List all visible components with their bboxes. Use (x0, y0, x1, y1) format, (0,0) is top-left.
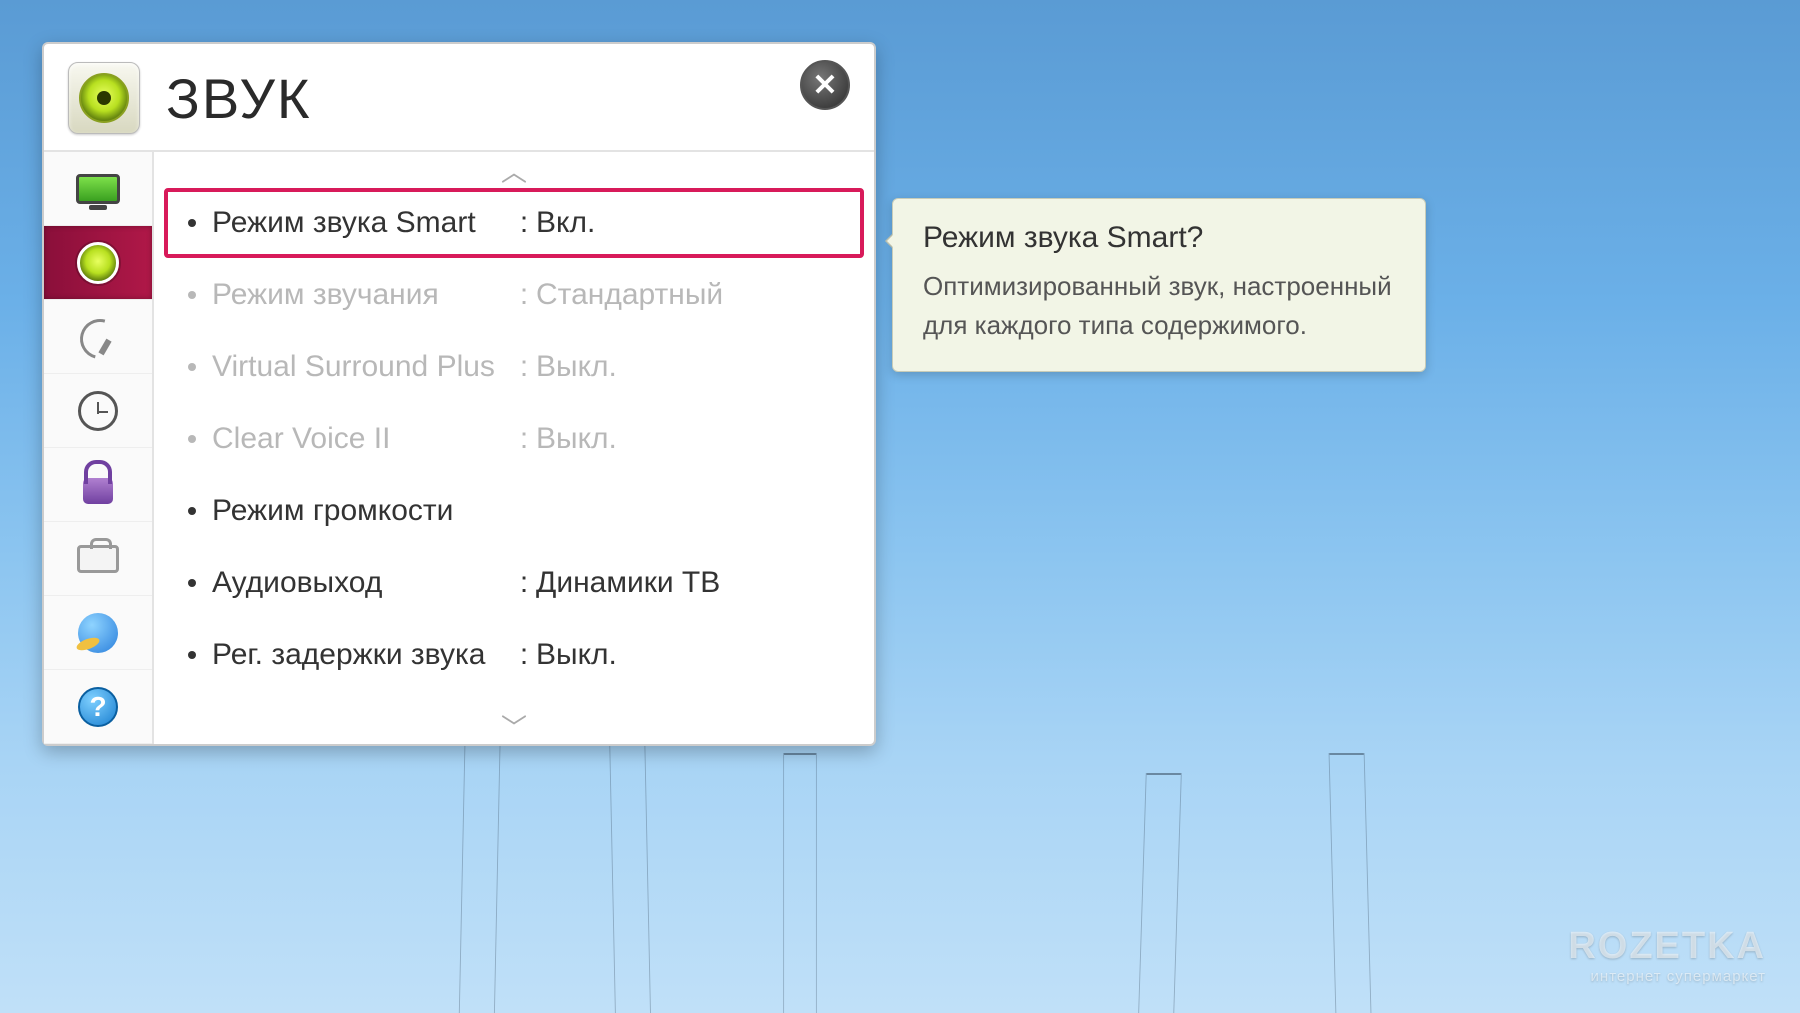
dialog-header: ЗВУК ✕ (44, 44, 874, 150)
bullet-icon (188, 363, 196, 371)
sound-settings-dialog: ЗВУК ✕ ? ︿ Режим звука Smart : Вкл. (42, 42, 876, 746)
category-sidebar: ? (44, 152, 154, 744)
scroll-down-button[interactable]: ﹀ (164, 708, 864, 744)
option-sound-mode: Режим звучания : Стандартный (164, 260, 864, 330)
option-value: Динамики ТВ (536, 566, 840, 600)
tooltip-body: Оптимизированный звук, настроенный для к… (923, 267, 1395, 345)
options-panel: ︿ Режим звука Smart : Вкл. Режим звучани… (154, 152, 874, 744)
options-list: Режим звука Smart : Вкл. Режим звучания … (164, 188, 864, 708)
watermark-tagline: интернет супермаркет (1568, 968, 1766, 985)
option-label: Аудиовыход (212, 566, 512, 600)
option-sound-delay[interactable]: Рег. задержки звука : Выкл. (164, 620, 864, 690)
bullet-icon (188, 219, 196, 227)
sidebar-item-time[interactable] (44, 374, 152, 448)
option-audio-output[interactable]: Аудиовыход : Динамики ТВ (164, 548, 864, 618)
sidebar-item-channel[interactable] (44, 300, 152, 374)
globe-icon (74, 609, 122, 657)
watermark: ROZETKA интернет супермаркет (1568, 925, 1766, 985)
monitor-icon (74, 165, 122, 213)
bullet-icon (188, 507, 196, 515)
sidebar-item-sound[interactable] (44, 226, 152, 300)
lock-icon (74, 461, 122, 509)
option-virtual-surround: Virtual Surround Plus : Выкл. (164, 332, 864, 402)
satellite-icon (74, 313, 122, 361)
option-value: Выкл. (536, 350, 840, 384)
help-icon: ? (74, 683, 122, 731)
option-label: Clear Voice II (212, 422, 512, 456)
sidebar-item-lock[interactable] (44, 448, 152, 522)
option-value: Выкл. (536, 422, 840, 456)
sound-category-icon (68, 62, 140, 134)
option-value: Вкл. (536, 206, 840, 240)
watermark-brand: ROZETKA (1568, 925, 1766, 968)
option-clear-voice: Clear Voice II : Выкл. (164, 404, 864, 474)
option-label: Режим звучания (212, 278, 512, 312)
option-volume-mode[interactable]: Режим громкости (164, 476, 864, 546)
option-value: Стандартный (536, 278, 840, 312)
toolbox-icon (74, 535, 122, 583)
bullet-icon (188, 435, 196, 443)
sidebar-item-support[interactable]: ? (44, 670, 152, 744)
clock-icon (74, 387, 122, 435)
close-button[interactable]: ✕ (800, 60, 850, 110)
option-label: Режим громкости (212, 494, 512, 528)
bullet-icon (188, 579, 196, 587)
option-label: Virtual Surround Plus (212, 350, 512, 384)
sidebar-item-network[interactable] (44, 596, 152, 670)
help-tooltip: Режим звука Smart? Оптимизированный звук… (892, 198, 1426, 372)
option-label: Рег. задержки звука (212, 638, 512, 672)
tooltip-title: Режим звука Smart? (923, 221, 1395, 255)
option-smart-sound-mode[interactable]: Режим звука Smart : Вкл. (164, 188, 864, 258)
speaker-icon (74, 239, 122, 287)
dialog-title: ЗВУК (166, 66, 312, 131)
sidebar-item-picture[interactable] (44, 152, 152, 226)
scroll-up-button[interactable]: ︿ (164, 152, 864, 188)
option-label: Режим звука Smart (212, 206, 512, 240)
option-value: Выкл. (536, 638, 840, 672)
bullet-icon (188, 291, 196, 299)
sidebar-item-option[interactable] (44, 522, 152, 596)
bullet-icon (188, 651, 196, 659)
